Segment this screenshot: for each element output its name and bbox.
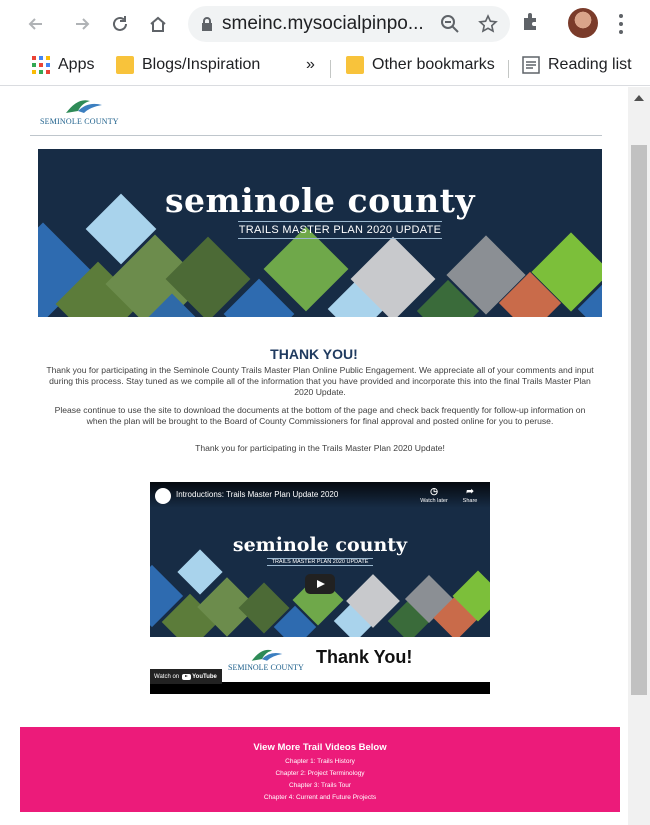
play-icon[interactable] [305,574,335,594]
trail-videos-heading: View More Trail Videos Below [253,742,387,753]
share-button[interactable]: ➦ Share [452,486,488,504]
bookmark-apps[interactable]: Apps [32,56,94,74]
bookmarks-overflow-button[interactable]: » [306,56,315,74]
folder-icon [346,56,364,74]
forward-icon[interactable] [68,10,96,38]
reading-list-icon [522,56,540,74]
banner-subtitle: TRAILS MASTER PLAN 2020 UPDATE [238,221,442,239]
banner-title: seminole county [164,181,476,220]
watch-later-button[interactable]: ◷ Watch later [416,486,452,504]
apps-grid-icon [32,56,50,74]
video-logo-text: SEMINOLE COUNTY [228,663,304,672]
bookmarks-bar: Apps Blogs/Inspiration » Other bookmarks… [0,48,650,86]
profile-avatar[interactable] [568,8,598,38]
clock-icon: ◷ [430,486,438,496]
bookmark-blogs[interactable]: Blogs/Inspiration [116,56,260,74]
share-icon: ➦ [466,486,474,496]
seminole-county-logo[interactable]: SEMINOLE COUNTY [40,95,130,135]
youtube-logo-text: YouTube [192,673,217,680]
channel-avatar[interactable] [155,488,171,504]
folder-icon [116,56,134,74]
reading-list[interactable]: Reading list [522,56,632,74]
youtube-play-icon [182,673,192,680]
scroll-up-icon[interactable] [634,95,644,101]
youtube-video-embed[interactable]: seminole county TRAILS MASTER PLAN 2020 … [150,482,490,694]
zoom-icon[interactable] [440,14,460,34]
thank-you-paragraph-1: Thank you for participating in the Semin… [46,365,594,397]
chapter-4-link[interactable]: Chapter 4: Current and Future Projects [20,794,620,801]
chapter-1-link[interactable]: Chapter 1: Trails History [20,758,620,765]
bookmarks-divider [330,60,331,78]
address-bar[interactable]: smeinc.mysocialpinpo... [188,6,510,42]
scroll-thumb[interactable] [631,145,647,695]
watch-on-label: Watch on [154,673,180,680]
hero-banner: seminole county TRAILS MASTER PLAN 2020 … [38,149,602,317]
share-label: Share [462,498,478,504]
extensions-icon[interactable] [520,10,542,32]
home-icon[interactable] [144,10,172,38]
video-thank-you: Thank You! [316,647,413,667]
thank-you-heading: THANK YOU! [270,346,358,362]
bookmarks-divider [508,60,509,78]
logo-bird-icon [251,649,283,661]
trail-videos-section: View More Trail Videos Below Chapter 1: … [20,727,620,812]
video-banner-subtitle: TRAILS MASTER PLAN 2020 UPDATE [267,558,373,566]
bookmark-other[interactable]: Other bookmarks [346,56,495,74]
page-scrollbar[interactable] [628,87,650,825]
bookmark-blogs-label: Blogs/Inspiration [142,56,261,73]
back-icon[interactable] [22,10,50,38]
thank-you-paragraph-3: Thank you for participating in the Trail… [195,443,445,453]
chapter-2-link[interactable]: Chapter 2: Project Terminology [20,770,620,777]
url-text[interactable]: smeinc.mysocialpinpo... [222,13,424,35]
header-divider [30,135,602,136]
logo-bird-icon [66,100,102,113]
reading-list-label: Reading list [548,56,632,73]
browser-toolbar: smeinc.mysocialpinpo... [0,0,650,48]
bookmark-other-label: Other bookmarks [372,56,495,73]
browser-menu-icon[interactable] [616,12,626,36]
chapter-3-link[interactable]: Chapter 3: Trails Tour [20,782,620,789]
youtube-logo: YouTube [182,673,217,680]
thank-you-paragraph-2: Please continue to use the site to downl… [54,405,586,426]
chevron-double-right-icon: » [306,56,315,73]
star-icon[interactable] [478,14,498,34]
watch-later-label: Watch later [420,498,448,504]
bookmark-apps-label: Apps [58,56,95,73]
video-title[interactable]: Introductions: Trails Master Plan Update… [176,490,338,499]
video-title-bar: Introductions: Trails Master Plan Update… [150,482,490,508]
reload-icon[interactable] [106,10,134,38]
logo-text: SEMINOLE COUNTY [40,117,119,126]
video-banner-title: seminole county [232,534,408,556]
lock-icon[interactable] [200,16,214,32]
watch-on-youtube-button[interactable]: Watch on YouTube [150,669,222,684]
page-content: SEMINOLE COUNTY seminole county TRAILS M… [0,87,628,825]
